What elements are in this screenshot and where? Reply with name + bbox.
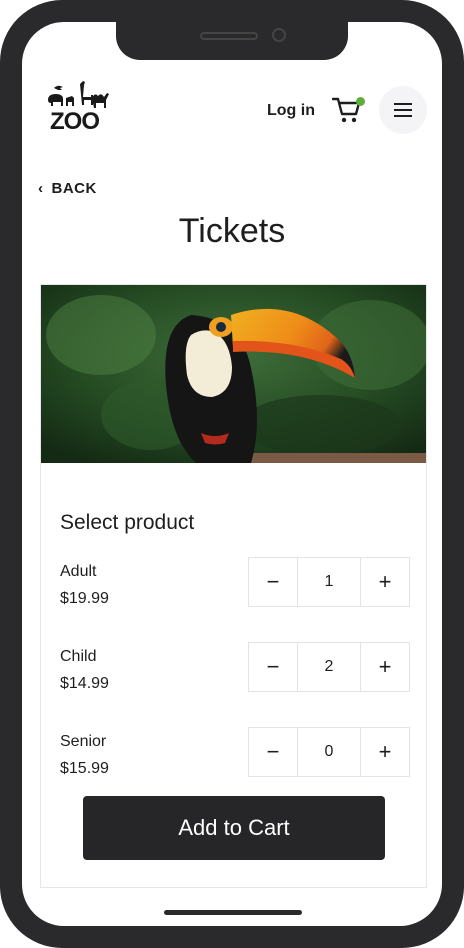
increment-button[interactable]: + (361, 558, 409, 606)
zoo-logo[interactable]: ZOO (46, 80, 110, 138)
quantity-value[interactable]: 0 (297, 728, 361, 776)
quantity-value[interactable]: 2 (297, 643, 361, 691)
decrement-button[interactable]: − (249, 558, 297, 606)
notch (116, 22, 348, 60)
select-product-title: Select product (60, 511, 195, 534)
quantity-value[interactable]: 1 (297, 558, 361, 606)
increment-button[interactable]: + (361, 643, 409, 691)
product-card: Select product Adult $19.99 − 1 + Child … (40, 284, 427, 888)
front-camera (272, 28, 286, 42)
product-row-adult: Adult $19.99 − 1 + (60, 557, 410, 613)
cart-button[interactable] (331, 96, 366, 126)
home-indicator[interactable] (164, 910, 302, 915)
back-link[interactable]: ‹ BACK (38, 180, 97, 197)
add-to-cart-button[interactable]: Add to Cart (83, 796, 385, 860)
screen: ZOO Log in ‹ BACK Tickets Select product… (22, 22, 442, 926)
quantity-stepper: − 2 + (248, 642, 410, 692)
decrement-button[interactable]: − (249, 643, 297, 691)
page-title: Tickets (178, 212, 286, 250)
speaker-grille (200, 32, 258, 40)
cart-badge (356, 97, 365, 106)
product-price: $14.99 (60, 675, 109, 692)
product-name: Senior (60, 733, 107, 750)
phone-frame: ZOO Log in ‹ BACK Tickets Select product… (0, 0, 464, 948)
login-link[interactable]: Log in (267, 102, 315, 120)
product-price: $19.99 (60, 590, 109, 607)
back-label: BACK (51, 180, 97, 197)
toucan-image (41, 285, 426, 463)
product-price: $15.99 (60, 760, 109, 777)
logo-text: ZOO (50, 108, 100, 135)
increment-button[interactable]: + (361, 728, 409, 776)
chevron-left-icon: ‹ (38, 180, 44, 197)
decrement-button[interactable]: − (249, 728, 297, 776)
product-name: Child (60, 648, 97, 665)
hamburger-menu-icon (394, 103, 412, 105)
menu-button[interactable] (379, 86, 427, 134)
quantity-stepper: − 1 + (248, 557, 410, 607)
quantity-stepper: − 0 + (248, 727, 410, 777)
product-name: Adult (60, 563, 97, 580)
product-row-senior: Senior $15.99 − 0 + (60, 727, 410, 783)
product-row-child: Child $14.99 − 2 + (60, 642, 410, 698)
